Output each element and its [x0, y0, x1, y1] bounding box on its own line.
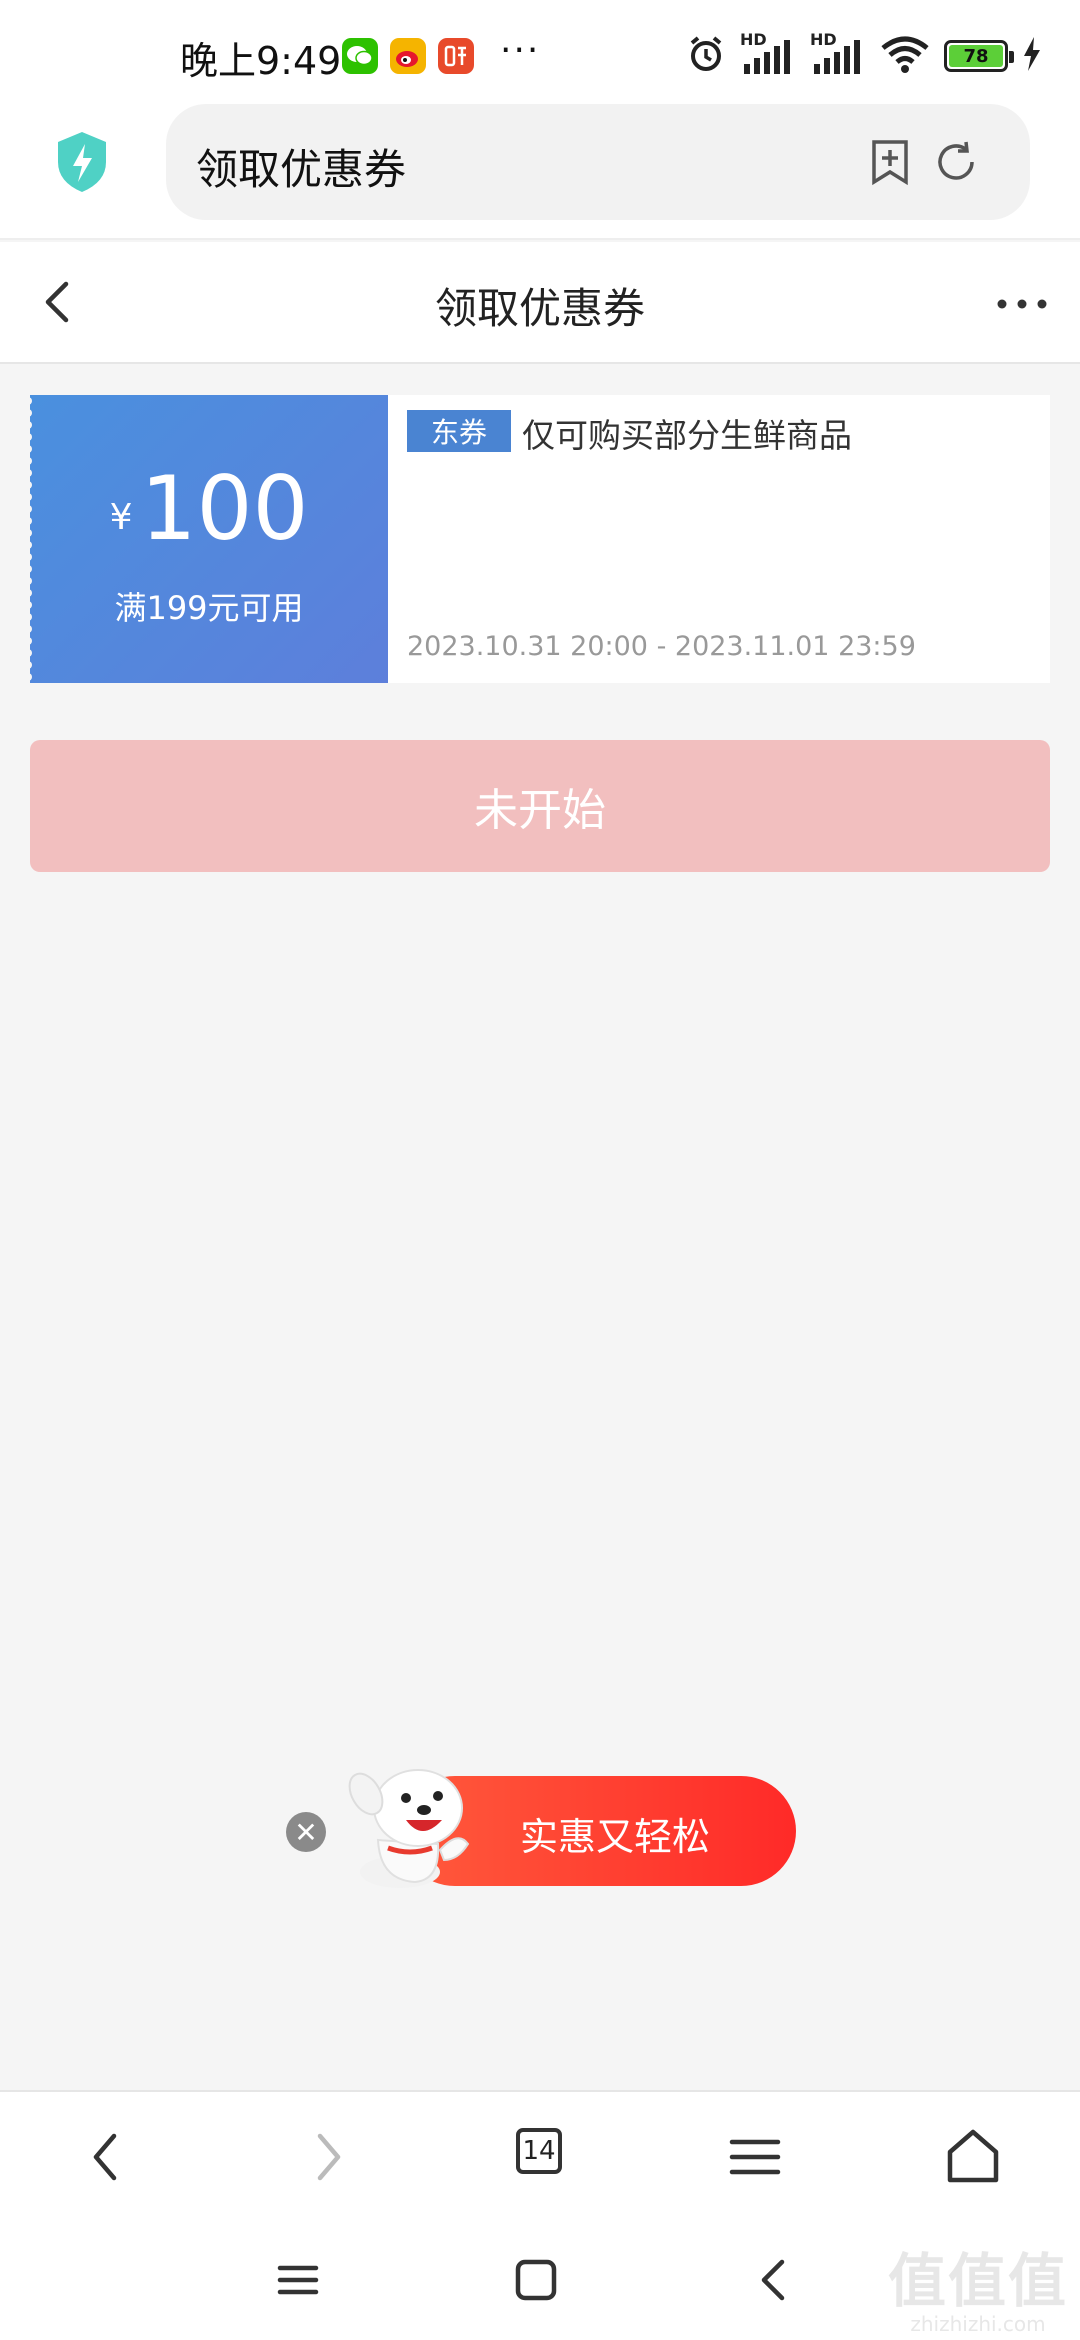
currency-symbol: ¥	[109, 497, 133, 538]
tab-count: 14	[516, 2128, 562, 2174]
battery-icon: 78	[944, 40, 1014, 72]
charging-icon	[1022, 37, 1042, 75]
system-home-icon[interactable]	[506, 2250, 566, 2310]
coupon-card[interactable]: ¥100 满199元可用 东券 仅可购买部分生鲜商品 2023.10.31 20…	[24, 395, 1050, 683]
battery-level: 78	[949, 45, 1003, 67]
nav-back-icon[interactable]	[72, 2122, 142, 2192]
watermark-logo: 值值值	[887, 2247, 1068, 2315]
browser-bottom-nav: 14	[0, 2090, 1080, 2220]
status-right-cluster: HD HD 78	[686, 30, 1042, 78]
more-icon[interactable]	[988, 274, 1058, 334]
tabs-icon[interactable]: 14	[510, 2122, 580, 2192]
watermark-url: zhizhizhi.com	[910, 2312, 1046, 2336]
claim-status-button[interactable]: 未开始	[30, 740, 1050, 872]
battery-cap	[1009, 51, 1014, 63]
nav-forward-icon[interactable]	[292, 2122, 362, 2192]
menu-icon[interactable]	[720, 2122, 790, 2192]
coupon-amount: ¥100	[30, 457, 388, 560]
weibo-icon	[390, 38, 426, 74]
wifi-icon	[880, 34, 930, 78]
url-text[interactable]: 领取优惠券	[196, 136, 406, 197]
recents-icon[interactable]	[268, 2250, 328, 2310]
alarm-icon	[686, 34, 726, 78]
listen-app-icon	[438, 38, 474, 74]
watermark: 值值值 zhizhizhi.com	[888, 2252, 1068, 2334]
status-bar: 晚上9:49 ··· HD HD 78	[0, 0, 1080, 90]
signal-icon: HD	[740, 30, 796, 76]
browser-toolbar: 领取优惠券	[0, 90, 1080, 240]
coupon-description: 仅可购买部分生鲜商品	[522, 416, 852, 455]
mascot-dog-icon[interactable]	[340, 1760, 490, 1890]
promo-label: 实惠又轻松	[520, 1815, 711, 1859]
status-more-dots: ···	[500, 30, 541, 71]
status-time: 晚上9:49	[180, 39, 342, 83]
page-header: 领取优惠券	[0, 242, 1080, 364]
coupon-condition: 满199元可用	[114, 589, 304, 627]
coupon-value-panel: ¥100 满199元可用	[24, 395, 388, 683]
bookmark-add-icon[interactable]	[866, 138, 914, 186]
home-icon[interactable]	[938, 2122, 1008, 2192]
url-bar[interactable]: 领取优惠券	[166, 104, 1030, 220]
wechat-icon	[342, 38, 378, 74]
shield-icon[interactable]	[54, 130, 110, 194]
promo-close-button[interactable]: ✕	[286, 1812, 326, 1852]
close-icon: ✕	[294, 1815, 318, 1849]
signal-icon-2: HD	[810, 30, 866, 76]
refresh-icon[interactable]	[932, 138, 980, 186]
coupon-validity: 2023.10.31 20:00 - 2023.11.01 23:59	[407, 631, 916, 662]
coupon-amount-value: 100	[140, 457, 309, 560]
page-title: 领取优惠券	[434, 284, 645, 333]
system-back-icon[interactable]	[744, 2250, 804, 2310]
coupon-tag: 东券	[407, 410, 511, 452]
